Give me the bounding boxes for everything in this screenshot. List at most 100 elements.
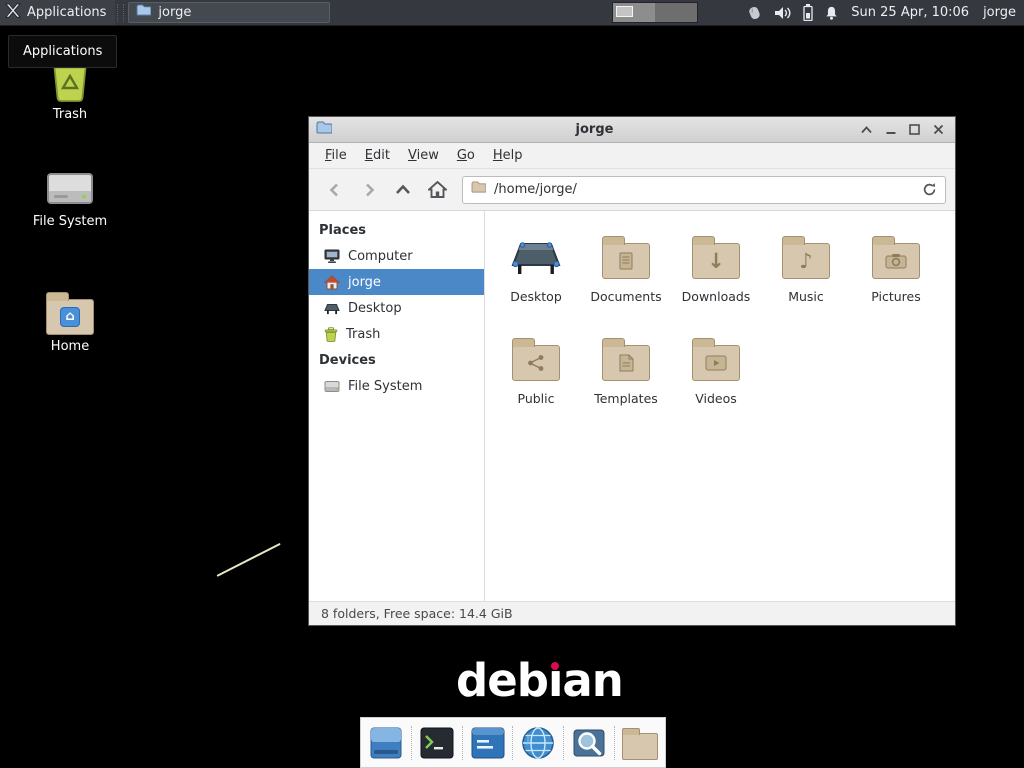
sidebar-item-label: File System [348, 379, 422, 394]
videos-folder-icon [692, 327, 740, 389]
folder-icon [622, 733, 658, 760]
home-button[interactable] [420, 175, 454, 205]
file-manager-launcher[interactable] [620, 722, 660, 764]
sidebar-item-computer[interactable]: Computer [309, 243, 484, 269]
applications-menu-label: Applications [27, 5, 106, 20]
terminal-icon [420, 727, 454, 759]
maximize-button[interactable] [905, 121, 924, 139]
menu-file[interactable]: File [316, 144, 356, 167]
documents-folder-icon [602, 225, 650, 287]
sidebar: Places Computer jorge Desktop Trash Devi… [309, 211, 485, 601]
devices-header: Devices [309, 347, 484, 373]
downloads-folder-icon: ↓ [692, 225, 740, 287]
dock-separator [614, 726, 615, 760]
volume-icon[interactable] [774, 5, 792, 21]
menu-help[interactable]: Help [484, 144, 532, 167]
file-item-label: Videos [695, 391, 737, 406]
back-button[interactable] [318, 175, 352, 205]
workspace-1[interactable] [613, 3, 655, 22]
home-icon [324, 275, 340, 290]
reload-button[interactable] [922, 182, 937, 197]
desktop-icon-label: Trash [50, 107, 90, 122]
path-folder-icon [471, 181, 486, 198]
top-panel: Applications jorge [0, 0, 1024, 26]
music-folder-icon: ♪ [782, 225, 830, 287]
desktop-icon-filesystem[interactable]: File System [22, 170, 118, 229]
taskbar-window-icon [136, 4, 151, 21]
sidebar-item-label: jorge [348, 275, 381, 290]
desktop-icon-home[interactable]: ⌂ Home [22, 290, 118, 354]
sidebar-item-desktop[interactable]: Desktop [309, 295, 484, 321]
file-item-label: Public [518, 391, 555, 406]
path-entry[interactable]: /home/jorge/ [462, 176, 946, 204]
file-grid: Desktop Documents ↓ Downloads ♪ [485, 211, 955, 601]
sidebar-item-file-system[interactable]: File System [309, 373, 484, 399]
forward-button[interactable] [352, 175, 386, 205]
notification-bell-icon[interactable] [824, 5, 839, 21]
close-button[interactable] [929, 121, 948, 139]
file-item-label: Downloads [682, 289, 751, 304]
sidebar-item-label: Computer [348, 249, 413, 264]
taskbar-button-jorge[interactable]: jorge [128, 2, 330, 23]
dock-separator [411, 726, 412, 760]
window-title: jorge [332, 122, 857, 137]
file-item-downloads[interactable]: ↓ Downloads [671, 225, 761, 327]
file-item-public[interactable]: Public [491, 327, 581, 429]
share-icon [527, 354, 545, 372]
menu-view[interactable]: View [399, 144, 448, 167]
music-note-icon: ♪ [783, 244, 829, 278]
panel-separator-handle[interactable] [117, 4, 124, 22]
bottom-dock [360, 717, 666, 768]
cli-window-icon [471, 727, 505, 759]
terminal-alt-launcher[interactable] [468, 722, 508, 764]
debian-logo-text: an [562, 654, 622, 707]
dock-separator [563, 726, 564, 760]
applications-menu-button[interactable]: Applications [0, 0, 115, 25]
system-tray [746, 4, 839, 21]
sidebar-item-trash[interactable]: Trash [309, 321, 484, 347]
battery-icon[interactable] [803, 4, 813, 21]
file-item-music[interactable]: ♪ Music [761, 225, 851, 327]
xorg-x-icon [4, 3, 21, 22]
tray-mouse-icon[interactable] [746, 5, 763, 21]
debian-logo-text: deb [456, 654, 548, 707]
tooltip-text: Applications [23, 44, 102, 59]
camera-icon [885, 253, 907, 269]
home-folder-icon: ⌂ [22, 290, 118, 335]
file-item-templates[interactable]: Templates [581, 327, 671, 429]
show-desktop-icon [369, 726, 403, 760]
workspace-2[interactable] [655, 3, 697, 22]
menu-go[interactable]: Go [448, 144, 484, 167]
magnifier-icon [572, 726, 606, 760]
file-item-label: Desktop [510, 289, 562, 304]
terminal-launcher[interactable] [417, 722, 457, 764]
taskbar-button-label: jorge [158, 5, 191, 20]
file-item-label: Documents [590, 289, 661, 304]
desk-icon [324, 301, 340, 315]
menubar: File Edit View Go Help [309, 143, 955, 169]
places-header: Places [309, 217, 484, 243]
titlebar[interactable]: jorge [309, 117, 955, 143]
shade-button[interactable] [857, 121, 876, 139]
file-item-label: Pictures [871, 289, 921, 304]
file-item-videos[interactable]: Videos [671, 327, 761, 429]
file-item-documents[interactable]: Documents [581, 225, 671, 327]
pictures-folder-icon [872, 225, 920, 287]
workspace-switcher[interactable] [612, 2, 698, 23]
sidebar-item-jorge[interactable]: jorge [309, 269, 484, 295]
app-finder-launcher[interactable] [569, 722, 609, 764]
menu-edit[interactable]: Edit [356, 144, 399, 167]
minimize-button[interactable] [881, 121, 900, 139]
clock[interactable]: Sun 25 Apr, 10:06 [851, 5, 969, 20]
file-item-desktop[interactable]: Desktop [491, 225, 581, 327]
show-desktop-launcher[interactable] [366, 722, 406, 764]
window-icon [316, 120, 332, 139]
sidebar-item-label: Trash [346, 327, 380, 342]
templates-folder-icon [602, 327, 650, 389]
web-browser-launcher[interactable] [518, 722, 558, 764]
trash-icon [324, 327, 338, 342]
file-item-label: Templates [594, 391, 658, 406]
hard-drive-icon [22, 170, 118, 210]
file-item-pictures[interactable]: Pictures [851, 225, 941, 327]
up-button[interactable] [386, 175, 420, 205]
